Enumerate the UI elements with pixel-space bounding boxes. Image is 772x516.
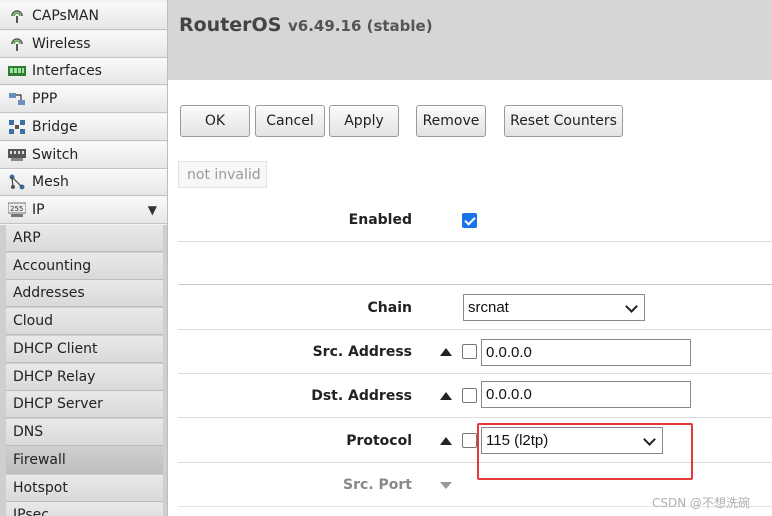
submenu-item-firewall[interactable]: Firewall <box>6 447 163 474</box>
wireless-antenna-icon <box>8 36 26 52</box>
dst-address-input[interactable]: 0.0.0.0 <box>481 381 691 408</box>
watermark: CSDN @不想洗碗 <box>652 496 751 510</box>
page-header: RouterOS v6.49.16 (stable) <box>168 0 772 80</box>
sidebar-item-ppp[interactable]: PPP <box>0 86 167 113</box>
mesh-icon <box>8 174 26 190</box>
submenu-item-ipsec[interactable]: IPsec <box>6 502 163 516</box>
enabled-checkbox[interactable] <box>462 213 477 228</box>
sidebar-item-label: IP <box>32 202 45 218</box>
sidebar-item-label: Bridge <box>32 119 78 135</box>
sidebar-item-ip[interactable]: 255 IP ▼ <box>0 197 167 224</box>
submenu-item-label: DNS <box>13 424 44 440</box>
submenu-item-accounting[interactable]: Accounting <box>6 253 163 280</box>
submenu-item-dhcp-server[interactable]: DHCP Server <box>6 391 163 418</box>
page-title: RouterOS v6.49.16 (stable) <box>179 14 433 36</box>
reset-counters-button[interactable]: Reset Counters <box>504 105 623 137</box>
chevron-down-icon[interactable]: ▼ <box>148 203 157 217</box>
submenu-item-label: Hotspot <box>13 480 68 496</box>
submenu-item-addresses[interactable]: Addresses <box>6 280 163 307</box>
sidebar-item-label: Wireless <box>32 36 91 52</box>
protocol-label: Protocol <box>346 433 412 449</box>
submenu-item-dns[interactable]: DNS <box>6 419 163 446</box>
ok-button[interactable]: OK <box>180 105 250 137</box>
chain-row: Chain srcnat <box>178 286 772 330</box>
submenu-item-dhcp-relay[interactable]: DHCP Relay <box>6 364 163 391</box>
src-address-label: Src. Address <box>312 344 412 360</box>
submenu-item-label: DHCP Relay <box>13 369 96 385</box>
src-address-input[interactable]: 0.0.0.0 <box>481 339 691 366</box>
submenu-item-label: Firewall <box>13 452 66 468</box>
src-address-negate-checkbox[interactable] <box>462 344 477 359</box>
dst-address-value: 0.0.0.0 <box>486 386 532 403</box>
ip-submenu: ARP Accounting Addresses Cloud DHCP Clie… <box>0 225 167 516</box>
protocol-negate-checkbox[interactable] <box>462 433 477 448</box>
src-address-value: 0.0.0.0 <box>486 344 532 361</box>
submenu-item-label: ARP <box>13 230 41 246</box>
submenu-item-hotspot[interactable]: Hotspot <box>6 475 163 502</box>
enabled-label: Enabled <box>348 212 412 228</box>
chain-select[interactable]: srcnat <box>463 294 645 321</box>
submenu-item-label: IPsec <box>13 507 49 516</box>
dst-address-row: Dst. Address 0.0.0.0 <box>178 374 772 418</box>
dst-address-label: Dst. Address <box>311 388 412 404</box>
sidebar: CAPsMAN Wireless Interfaces PPP Bridge S… <box>0 0 168 516</box>
sidebar-item-switch[interactable]: Switch <box>0 142 167 169</box>
chain-label: Chain <box>367 300 412 316</box>
sidebar-item-wireless[interactable]: Wireless <box>0 31 167 58</box>
sidebar-item-capsman[interactable]: CAPsMAN <box>0 3 167 30</box>
product-name: RouterOS <box>179 14 282 36</box>
switch-icon <box>8 147 26 163</box>
sidebar-item-label: PPP <box>32 91 58 107</box>
submenu-item-cloud[interactable]: Cloud <box>6 308 163 335</box>
sidebar-item-label: Mesh <box>32 174 69 190</box>
bridge-icon <box>8 119 26 135</box>
submenu-item-label: Cloud <box>13 313 53 329</box>
annotation-highlight-box <box>477 423 693 480</box>
sidebar-item-interfaces[interactable]: Interfaces <box>0 58 167 85</box>
version-label: v6.49.16 (stable) <box>288 17 433 35</box>
chain-value: srcnat <box>468 299 509 316</box>
interfaces-icon <box>8 63 26 79</box>
submenu-item-arp[interactable]: ARP <box>6 225 163 252</box>
collapse-triangle-icon[interactable] <box>440 348 452 356</box>
expand-triangle-icon[interactable] <box>440 482 452 489</box>
collapse-triangle-icon[interactable] <box>440 437 452 445</box>
sidebar-item-mesh[interactable]: Mesh <box>0 169 167 196</box>
sidebar-item-bridge[interactable]: Bridge <box>0 114 167 141</box>
submenu-item-dhcp-client[interactable]: DHCP Client <box>6 336 163 363</box>
collapse-triangle-icon[interactable] <box>440 392 452 400</box>
ppp-icon <box>8 91 26 107</box>
src-port-label: Src. Port <box>343 477 412 493</box>
submenu-item-label: Addresses <box>13 285 85 301</box>
apply-button[interactable]: Apply <box>329 105 399 137</box>
enabled-row: Enabled <box>178 201 772 241</box>
status-badge: not invalid <box>178 161 267 188</box>
src-address-row: Src. Address 0.0.0.0 <box>178 330 772 374</box>
capsman-antenna-icon <box>8 8 26 24</box>
chevron-down-icon <box>625 300 638 313</box>
sidebar-item-label: CAPsMAN <box>32 8 99 24</box>
remove-button[interactable]: Remove <box>416 105 486 137</box>
submenu-item-label: DHCP Client <box>13 341 98 357</box>
submenu-item-label: DHCP Server <box>13 396 103 412</box>
svg-text:255: 255 <box>10 205 23 213</box>
dst-address-negate-checkbox[interactable] <box>462 388 477 403</box>
ip-icon: 255 <box>8 202 26 218</box>
submenu-item-label: Accounting <box>13 258 92 274</box>
sidebar-item-label: Interfaces <box>32 63 102 79</box>
cancel-button[interactable]: Cancel <box>255 105 325 137</box>
section-divider <box>178 241 772 285</box>
app-window: CAPsMAN Wireless Interfaces PPP Bridge S… <box>0 0 772 516</box>
sidebar-item-label: Switch <box>32 147 79 163</box>
